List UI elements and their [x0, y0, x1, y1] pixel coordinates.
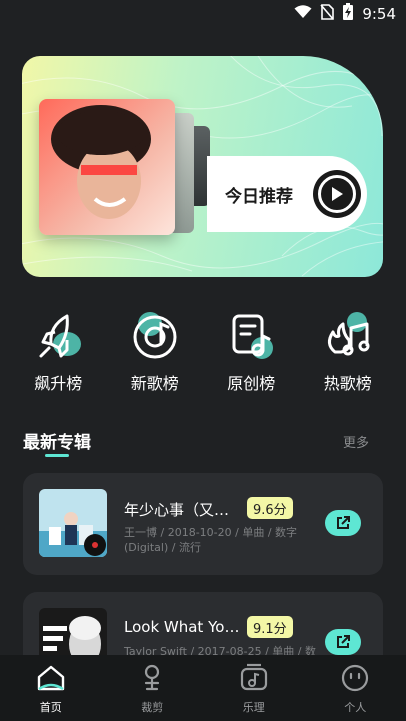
- latest-albums-header: 最新专辑 更多: [23, 428, 369, 458]
- wifi-icon: [294, 5, 312, 23]
- external-link-icon: [337, 635, 350, 648]
- status-time: 9:54: [362, 5, 396, 23]
- tab-profile[interactable]: 个人: [315, 655, 395, 721]
- chart-categories: 飙升榜 新歌榜 原创榜 热歌榜: [0, 308, 406, 398]
- tab-trim[interactable]: 裁剪: [112, 655, 192, 721]
- more-link[interactable]: 更多: [343, 432, 369, 451]
- album-name: Look What You Made Me Do: [124, 618, 240, 636]
- no-sim-icon: [320, 4, 335, 24]
- category-original[interactable]: 原创榜: [208, 308, 294, 398]
- disc-note-icon: [128, 308, 182, 362]
- play-icon: [318, 175, 356, 213]
- daily-recommendation-banner[interactable]: 今日推荐: [22, 56, 383, 277]
- tab-home[interactable]: 首页: [11, 655, 91, 721]
- today-recommendation-label: 今日推荐: [225, 186, 293, 207]
- fire-music-icon: [321, 308, 375, 362]
- external-link-icon: [337, 516, 350, 529]
- album-card[interactable]: 年少心事（又名：年少心事） 9.6分 王一博 / 2018-10-20 / 单曲…: [23, 473, 383, 575]
- battery-charging-icon: [342, 3, 354, 25]
- rocket-icon: [31, 308, 85, 362]
- category-hot-songs[interactable]: 热歌榜: [305, 308, 391, 398]
- category-new-songs[interactable]: 新歌榜: [112, 308, 198, 398]
- profile-icon: [342, 664, 369, 692]
- album-score-badge: 9.6分: [247, 497, 293, 519]
- category-rising[interactable]: 飙升榜: [15, 308, 101, 398]
- tab-label: 裁剪: [141, 701, 164, 714]
- open-album-button[interactable]: [325, 629, 361, 655]
- album-score-badge: 9.1分: [247, 616, 293, 638]
- album-thumbnail: [39, 489, 107, 557]
- tab-label: 首页: [39, 701, 62, 714]
- album-meta: 王一博 / 2018-10-20 / 单曲 / 数字(Digital) / 流行: [124, 526, 298, 554]
- featured-album-cover: [39, 99, 175, 235]
- document-note-icon: [224, 308, 278, 362]
- play-button[interactable]: [313, 170, 361, 218]
- category-label: 新歌榜: [130, 374, 179, 393]
- music-box-icon: [240, 663, 267, 691]
- section-title: 最新专辑: [23, 433, 91, 453]
- category-label: 飙升榜: [34, 374, 83, 393]
- tab-label: 个人: [344, 701, 367, 714]
- tab-label: 乐理: [242, 701, 265, 714]
- category-label: 热歌榜: [323, 374, 372, 393]
- today-recommendation-pill[interactable]: 今日推荐: [207, 156, 367, 232]
- section-title-underline: [45, 454, 69, 457]
- open-album-button[interactable]: [325, 510, 361, 536]
- bottom-tab-bar: 首页 裁剪 乐理 个人: [0, 655, 406, 721]
- category-label: 原创榜: [227, 374, 276, 393]
- status-bar: 9:54: [0, 0, 406, 28]
- scissors-icon: [145, 664, 160, 691]
- album-name: 年少心事（又名：年少心事）: [124, 501, 240, 519]
- home-icon: [37, 665, 64, 691]
- tab-music-theory[interactable]: 乐理: [214, 655, 294, 721]
